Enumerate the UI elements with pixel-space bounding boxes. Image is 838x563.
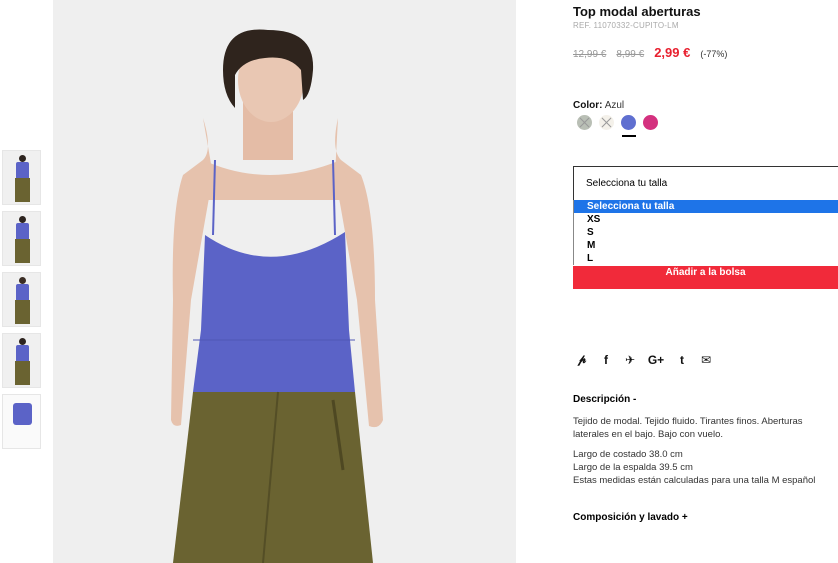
thumbnail-5[interactable]	[2, 394, 41, 449]
google-plus-icon[interactable]: G+	[647, 353, 665, 367]
description-line-2: laterales en el bajo. Bajo con vuelo.	[573, 429, 723, 440]
share-bar: 𝓅 f ✈ G+ t ✉	[575, 352, 723, 367]
measure-size-note: Estas medidas están calculadas para una …	[573, 475, 816, 486]
measure-back-length: Largo de la espalda 39.5 cm	[573, 462, 693, 473]
size-option-m[interactable]: M	[574, 239, 838, 252]
composition-heading[interactable]: Composición y lavado +	[573, 512, 688, 523]
swatch-rosa[interactable]	[643, 115, 658, 130]
thumbnail-4[interactable]	[2, 333, 41, 388]
description-heading[interactable]: Descripción -	[573, 394, 636, 405]
pinterest-icon[interactable]: 𝓅	[575, 352, 589, 367]
size-option-s[interactable]: S	[574, 226, 838, 239]
color-label-row: Color: Azul	[573, 100, 624, 111]
size-option-placeholder[interactable]: Selecciona tu talla	[574, 200, 838, 213]
product-title: Top modal aberturas	[573, 4, 701, 19]
discount-badge: (-77%)	[700, 49, 728, 59]
price-row: 12,99 € 8,99 € 2,99 € (-77%)	[573, 45, 727, 60]
price-original: 12,99 €	[573, 49, 607, 60]
thumbnail-gallery	[2, 150, 42, 455]
color-selected: Azul	[604, 100, 625, 111]
selected-swatch-indicator	[622, 135, 636, 137]
product-main-image[interactable]	[53, 0, 516, 563]
measurements: Largo de costado 38.0 cm Largo de la esp…	[573, 448, 815, 487]
facebook-icon[interactable]: f	[599, 353, 613, 367]
description-text: Tejido de modal. Tejido fluido. Tirantes…	[573, 415, 838, 441]
thumbnail-2[interactable]	[2, 211, 41, 266]
thumbnail-3[interactable]	[2, 272, 41, 327]
email-icon[interactable]: ✉	[699, 353, 713, 367]
model-illustration	[171, 29, 383, 563]
swatch-gris[interactable]	[577, 115, 592, 130]
price-current: 2,99 €	[654, 45, 691, 60]
size-option-xs[interactable]: XS	[574, 213, 838, 226]
swatch-blanco[interactable]	[599, 115, 614, 130]
add-to-bag-button[interactable]: Añadir a la bolsa	[573, 266, 838, 289]
twitter-icon[interactable]: ✈	[623, 353, 637, 367]
color-swatches	[577, 115, 665, 130]
description-line-1: Tejido de modal. Tejido fluido. Tirantes…	[573, 416, 803, 427]
price-previous: 8,99 €	[616, 49, 645, 60]
color-label: Color:	[573, 100, 603, 111]
size-select[interactable]: Selecciona tu talla	[573, 166, 838, 201]
measure-side-length: Largo de costado 38.0 cm	[573, 449, 683, 460]
tumblr-icon[interactable]: t	[675, 353, 689, 367]
product-reference: REF. 11070332-CUPITO-LM	[573, 21, 679, 30]
size-dropdown-list: Selecciona tu talla XS S M L	[573, 200, 838, 265]
size-option-l[interactable]: L	[574, 252, 838, 265]
product-page: Top modal aberturas REF. 11070332-CUPITO…	[0, 0, 838, 563]
swatch-azul[interactable]	[621, 115, 636, 130]
thumbnail-1[interactable]	[2, 150, 41, 205]
